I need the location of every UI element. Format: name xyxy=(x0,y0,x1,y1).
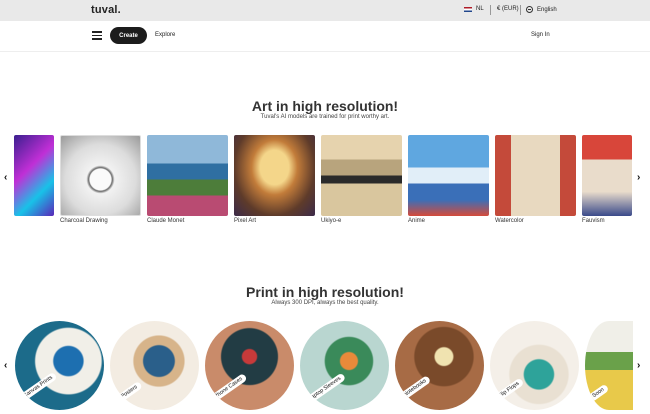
art-style-image xyxy=(582,135,632,216)
language-code-selector[interactable]: NL xyxy=(464,6,484,12)
language-code: NL xyxy=(476,6,484,12)
currency: € (EUR) xyxy=(497,6,519,12)
art-section-title: Art in high resolution! xyxy=(251,98,399,114)
top-bar: tuval. NL € (EUR) English xyxy=(0,0,650,21)
product-card[interactable]: Posters xyxy=(110,321,199,410)
art-style-image xyxy=(495,135,576,216)
currency-selector[interactable]: € (EUR) xyxy=(497,6,519,12)
chevron-right-icon[interactable]: › xyxy=(637,360,640,371)
art-style-label: Pixel Art xyxy=(234,218,257,224)
nav-bar: Create Explore Sign In xyxy=(0,21,650,52)
product-label: Phone Cases xyxy=(209,372,248,404)
language: English xyxy=(537,6,557,13)
art-style-card[interactable]: Charcoal Drawing xyxy=(60,135,141,224)
art-style-card[interactable]: Anime xyxy=(408,135,489,224)
product-label: Laptop Sleeves xyxy=(303,372,347,406)
product-card[interactable]: Flip Flops xyxy=(490,321,579,410)
art-style-card[interactable]: Watercolor xyxy=(495,135,576,224)
product-card[interactable]: Phone Cases xyxy=(205,321,294,410)
art-style-image xyxy=(14,135,54,216)
art-style-label: Fauvism xyxy=(582,218,605,224)
art-style-card[interactable]: Ukiyo-e xyxy=(321,135,402,224)
art-style-label: Claude Monet xyxy=(147,218,185,224)
product-label: Notebooks xyxy=(398,374,432,402)
chevron-left-icon[interactable]: ‹ xyxy=(4,360,7,371)
art-style-image xyxy=(60,135,141,216)
art-style-card[interactable]: Fauvism xyxy=(582,135,632,224)
hamburger-icon[interactable] xyxy=(92,31,102,40)
art-style-image xyxy=(234,135,315,216)
product-card[interactable]: Canvas Prints xyxy=(15,321,104,410)
logo[interactable]: tuval. xyxy=(91,4,121,16)
language-selector[interactable]: English xyxy=(526,6,557,13)
art-style-card[interactable] xyxy=(14,135,54,218)
art-style-image xyxy=(147,135,228,216)
product-card[interactable]: Notebooks xyxy=(395,321,484,410)
art-style-label: Charcoal Drawing xyxy=(60,218,108,224)
product-label: Flip Flops xyxy=(493,377,525,403)
art-style-image xyxy=(408,135,489,216)
sign-in-link[interactable]: Sign In xyxy=(531,32,550,38)
print-section-title: Print in high resolution! xyxy=(246,284,404,300)
explore-link[interactable]: Explore xyxy=(155,32,175,38)
product-label: Posters xyxy=(116,381,143,403)
art-style-image xyxy=(321,135,402,216)
product-card[interactable]: Laptop Sleeves xyxy=(300,321,389,410)
globe-icon xyxy=(526,6,533,13)
art-style-label: Ukiyo-e xyxy=(321,218,342,224)
product-label: Canvas Prints xyxy=(18,371,58,403)
divider xyxy=(490,5,491,15)
nl-flag-icon xyxy=(464,6,472,12)
art-style-card[interactable]: Claude Monet xyxy=(147,135,228,224)
chevron-right-icon[interactable]: › xyxy=(637,172,640,183)
art-style-label: Anime xyxy=(408,218,426,224)
product-label: Soon xyxy=(587,383,610,403)
divider xyxy=(520,5,521,15)
art-style-label: Watercolor xyxy=(495,218,524,224)
art-style-card[interactable]: Pixel Art xyxy=(234,135,315,224)
print-section-subtitle: Always 300 DPI, always the best quality. xyxy=(271,300,379,306)
art-section-subtitle: Tuval's AI models are trained for print … xyxy=(260,114,390,120)
create-button[interactable]: Create xyxy=(110,27,147,44)
product-card[interactable]: Soon xyxy=(585,321,633,410)
chevron-left-icon[interactable]: ‹ xyxy=(4,172,7,183)
